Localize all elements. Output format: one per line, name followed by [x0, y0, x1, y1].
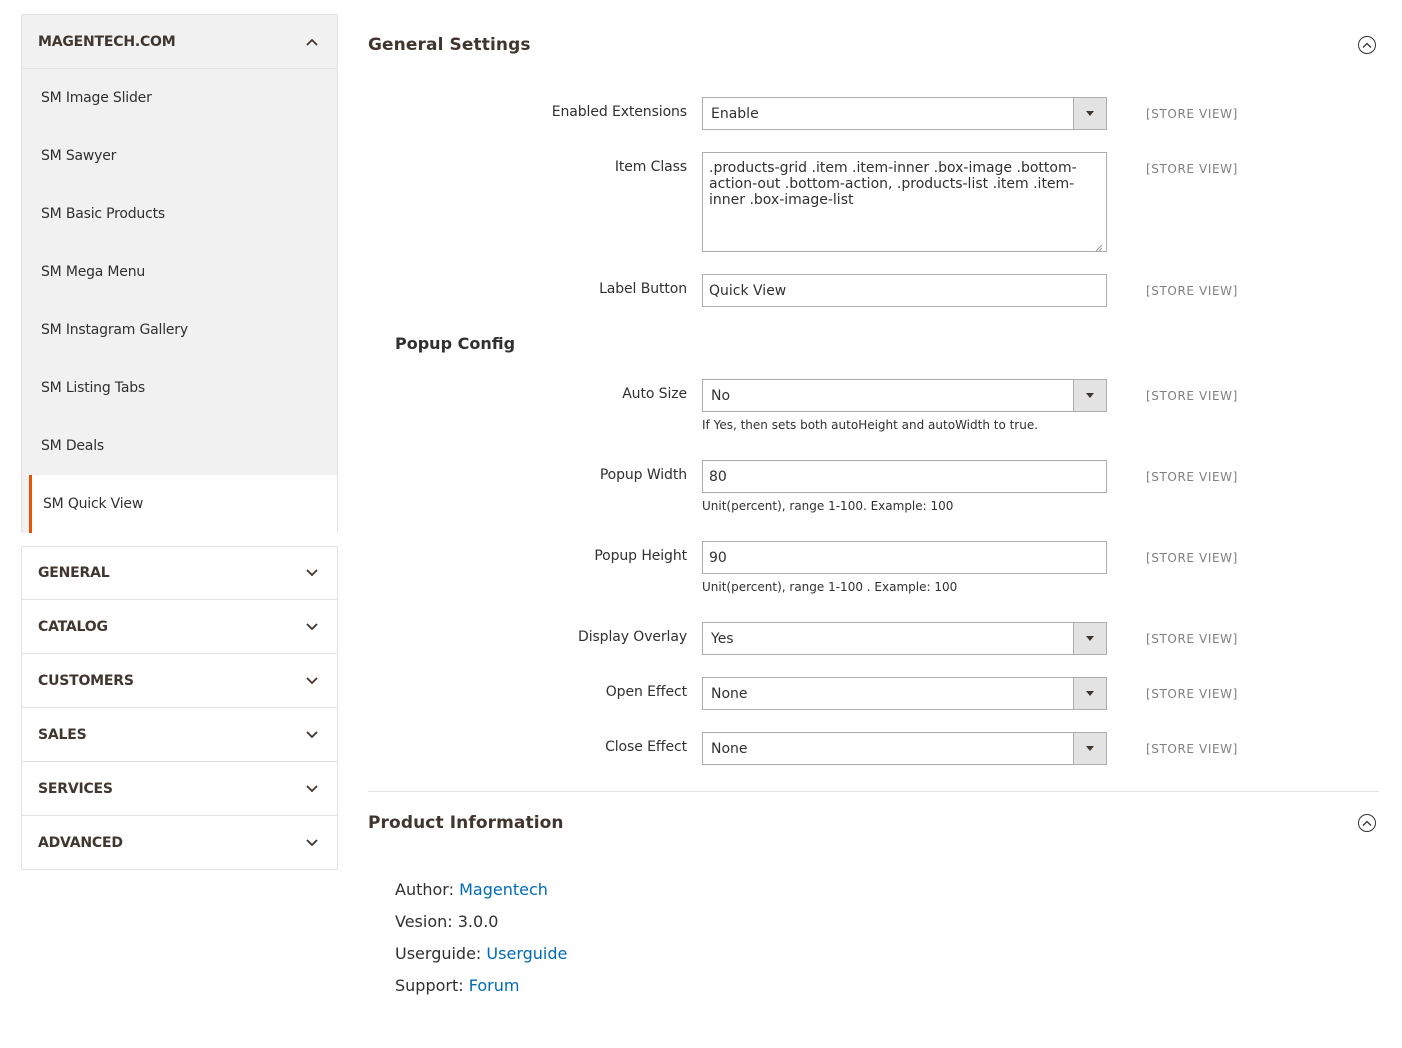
- close-effect-select[interactable]: None: [702, 732, 1107, 765]
- author-line: Author: Magentech: [395, 880, 548, 899]
- sidebar-item-image-slider[interactable]: SM Image Slider: [22, 69, 337, 127]
- display-overlay-label: Display Overlay: [578, 629, 687, 645]
- sidebar-item-quick-view[interactable]: SM Quick View: [29, 475, 337, 533]
- sidebar-section-customers[interactable]: CUSTOMERS: [21, 654, 338, 708]
- chevron-up-icon: [305, 35, 319, 49]
- section-label: GENERAL: [38, 565, 110, 581]
- enabled-extensions-select[interactable]: Enable: [702, 97, 1107, 130]
- enabled-extensions-label: Enabled Extensions: [551, 104, 687, 120]
- version-value: 3.0.0: [457, 912, 499, 931]
- section-label: ADVANCED: [38, 834, 123, 851]
- input-value: 90: [709, 549, 727, 566]
- sidebar-gap: [21, 533, 338, 546]
- auto-size-note: If Yes, then sets both autoHeight and au…: [702, 418, 1039, 432]
- general-settings-title: General Settings: [368, 35, 531, 55]
- select-value: None: [711, 740, 748, 757]
- close-effect-label: Close Effect: [605, 739, 687, 755]
- dropdown-arrow-icon: [1073, 380, 1106, 411]
- label-button-label: Label Button: [599, 281, 687, 297]
- section-label: SALES: [38, 726, 87, 743]
- support-label: Support:: [395, 976, 464, 995]
- sidebar-item-basic-products[interactable]: SM Basic Products: [22, 185, 337, 243]
- sidebar-item-sawyer[interactable]: SM Sawyer: [22, 127, 337, 185]
- scope-label: [STORE VIEW]: [1146, 107, 1238, 121]
- product-information-header[interactable]: Product Information: [368, 808, 1379, 838]
- dropdown-arrow-icon: [1073, 733, 1106, 764]
- input-value: Quick View: [709, 282, 787, 299]
- label-button-input[interactable]: Quick View: [702, 274, 1107, 307]
- chevron-down-icon: [305, 566, 319, 580]
- popup-width-input[interactable]: 80: [702, 460, 1107, 493]
- version-label: Vesion:: [395, 912, 453, 931]
- general-settings-header[interactable]: General Settings: [368, 30, 1379, 60]
- author-link[interactable]: Magentech: [459, 880, 548, 899]
- auto-size-select[interactable]: No: [702, 379, 1107, 412]
- sidebar-item-mega-menu[interactable]: SM Mega Menu: [22, 243, 337, 301]
- popup-config-heading: Popup Config: [395, 334, 516, 353]
- select-value: None: [711, 685, 748, 702]
- item-class-label: Item Class: [614, 159, 687, 175]
- scope-label: [STORE VIEW]: [1146, 389, 1238, 403]
- forum-link[interactable]: Forum: [469, 976, 520, 995]
- select-value: No: [711, 387, 731, 404]
- select-value: Yes: [711, 630, 734, 647]
- sidebar-section-general[interactable]: GENERAL: [21, 546, 338, 600]
- collapse-icon[interactable]: [1358, 36, 1376, 54]
- support-line: Support: Forum: [395, 976, 519, 995]
- section-label: CUSTOMERS: [38, 672, 134, 689]
- magentech-group-title: MAGENTECH.COM: [38, 33, 176, 50]
- scope-label: [STORE VIEW]: [1146, 687, 1238, 701]
- auto-size-label: Auto Size: [622, 386, 687, 402]
- dropdown-arrow-icon: [1073, 678, 1106, 709]
- input-value: 80: [709, 468, 727, 485]
- sidebar-section-advanced[interactable]: ADVANCED: [21, 816, 338, 870]
- version-line: Vesion: 3.0.0: [395, 912, 498, 931]
- open-effect-select[interactable]: None: [702, 677, 1107, 710]
- scope-label: [STORE VIEW]: [1146, 551, 1238, 565]
- magentech-group-items: SM Image Slider SM Sawyer SM Basic Produ…: [21, 69, 338, 475]
- popup-height-note: Unit(percent), range 1-100 . Example: 10…: [702, 580, 958, 594]
- sidebar-item-listing-tabs[interactable]: SM Listing Tabs: [22, 359, 337, 417]
- dropdown-arrow-icon: [1073, 623, 1106, 654]
- textarea-value: .products-grid .item .item-inner .box-im…: [709, 160, 1077, 208]
- scope-label: [STORE VIEW]: [1146, 162, 1238, 176]
- author-label: Author:: [395, 880, 454, 899]
- chevron-down-icon: [305, 620, 319, 634]
- popup-width-note: Unit(percent), range 1-100. Example: 100: [702, 499, 954, 513]
- scope-label: [STORE VIEW]: [1146, 470, 1238, 484]
- section-label: SERVICES: [38, 780, 113, 797]
- section-label: CATALOG: [38, 618, 108, 635]
- chevron-down-icon: [305, 674, 319, 688]
- section-divider: [368, 791, 1379, 792]
- product-information-title: Product Information: [368, 813, 564, 833]
- scope-label: [STORE VIEW]: [1146, 742, 1238, 756]
- sidebar-item-instagram-gallery[interactable]: SM Instagram Gallery: [22, 301, 337, 359]
- select-value: Enable: [711, 105, 759, 122]
- sidebar-item-deals[interactable]: SM Deals: [22, 417, 337, 475]
- chevron-down-icon: [305, 836, 319, 850]
- magentech-group-header[interactable]: MAGENTECH.COM: [21, 14, 338, 69]
- popup-width-label: Popup Width: [599, 467, 687, 483]
- sidebar-section-catalog[interactable]: CATALOG: [21, 600, 338, 654]
- scope-label: [STORE VIEW]: [1146, 284, 1238, 298]
- collapse-icon[interactable]: [1358, 814, 1376, 832]
- dropdown-arrow-icon: [1073, 98, 1106, 129]
- userguide-line: Userguide: Userguide: [395, 944, 567, 963]
- userguide-label: Userguide:: [395, 944, 482, 963]
- open-effect-label: Open Effect: [605, 684, 687, 700]
- display-overlay-select[interactable]: Yes: [702, 622, 1107, 655]
- popup-height-label: Popup Height: [594, 548, 687, 564]
- sidebar-section-services[interactable]: SERVICES: [21, 762, 338, 816]
- config-sidebar: MAGENTECH.COM SM Image Slider SM Sawyer …: [21, 14, 338, 870]
- chevron-down-icon: [305, 728, 319, 742]
- chevron-down-icon: [305, 782, 319, 796]
- sidebar-section-sales[interactable]: SALES: [21, 708, 338, 762]
- popup-height-input[interactable]: 90: [702, 541, 1107, 574]
- item-class-textarea[interactable]: .products-grid .item .item-inner .box-im…: [702, 152, 1107, 252]
- userguide-link[interactable]: Userguide: [486, 944, 567, 963]
- resize-grip-icon[interactable]: [1095, 240, 1103, 252]
- scope-label: [STORE VIEW]: [1146, 632, 1238, 646]
